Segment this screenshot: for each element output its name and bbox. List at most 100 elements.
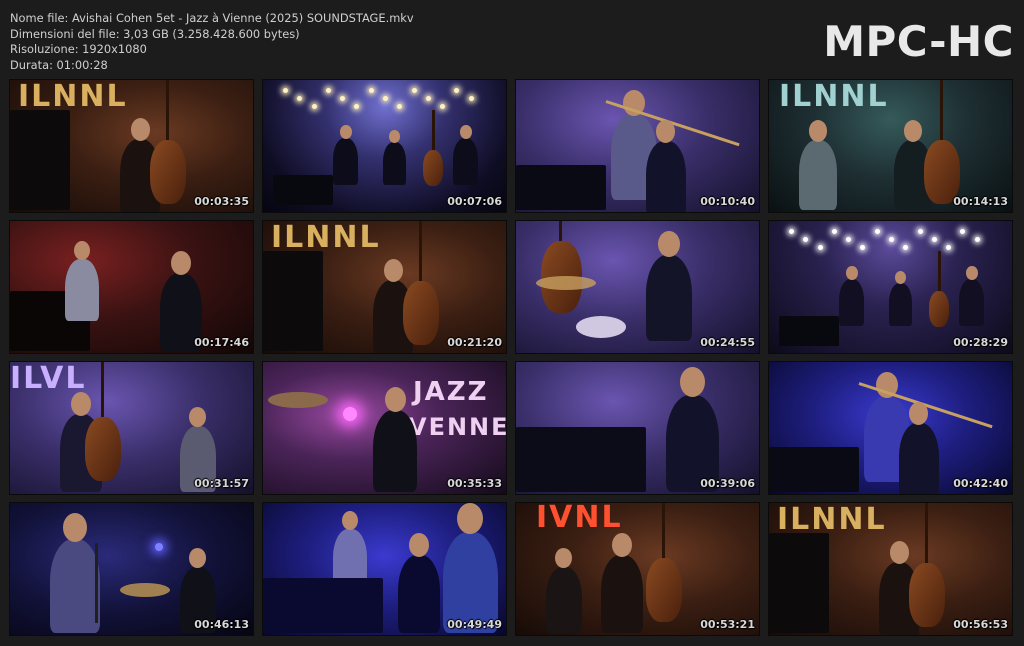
thumbnail-timestamp: 00:24:55 bbox=[700, 336, 755, 349]
stage-light bbox=[325, 88, 331, 93]
file-info: Nome file: Avishai Cohen 5et - Jazz à Vi… bbox=[10, 11, 414, 73]
thumbnail-timestamp: 00:03:35 bbox=[194, 195, 249, 208]
thumbnail: JAZZ VENNE 00:35:33 bbox=[262, 361, 507, 495]
bassist-head bbox=[383, 259, 403, 283]
thumbnail: 00:42:40 bbox=[768, 361, 1013, 495]
stage-light bbox=[297, 96, 303, 101]
thumbnail-frame bbox=[263, 80, 506, 212]
thumbnail: 00:17:46 bbox=[9, 220, 254, 354]
trombonist-head bbox=[808, 120, 827, 142]
bassist-head bbox=[889, 541, 909, 565]
bassist-head bbox=[71, 392, 91, 416]
stage-light bbox=[283, 88, 288, 93]
jazz-sign: IVNL bbox=[536, 502, 623, 535]
thumbnail-frame bbox=[516, 362, 759, 494]
thumbnail-frame bbox=[769, 362, 1012, 494]
thumbnail-timestamp: 00:21:20 bbox=[447, 336, 502, 349]
stage-light bbox=[831, 229, 837, 234]
thumbnail-frame bbox=[10, 221, 253, 353]
double-bass bbox=[646, 558, 682, 622]
double-bass bbox=[929, 291, 950, 327]
jazz-sign: ILVL bbox=[10, 361, 87, 396]
musician-body bbox=[546, 566, 582, 633]
trombonist-body bbox=[799, 139, 837, 210]
thumbnail-timestamp: 00:39:06 bbox=[700, 477, 755, 490]
double-bass bbox=[909, 563, 945, 627]
stage-light bbox=[425, 96, 431, 101]
piano bbox=[516, 165, 606, 210]
drummer-head bbox=[189, 548, 207, 569]
pianist-body bbox=[398, 555, 440, 633]
thumbnail-frame: ILNNL bbox=[769, 80, 1012, 212]
drummer-body bbox=[959, 279, 985, 326]
thumbnail-timestamp: 00:56:53 bbox=[953, 618, 1008, 631]
thumbnail-timestamp: 00:35:33 bbox=[447, 477, 502, 490]
thumbnail: 00:28:29 bbox=[768, 220, 1013, 354]
thumbnail: ILNNL 00:56:53 bbox=[768, 502, 1013, 636]
thumbnail-frame bbox=[769, 221, 1012, 353]
drummer-head bbox=[965, 266, 978, 281]
bassist-head bbox=[612, 533, 632, 557]
piano bbox=[516, 427, 646, 492]
double-bass bbox=[423, 150, 444, 186]
thumbnail-timestamp: 00:10:40 bbox=[700, 195, 755, 208]
thumbnail-frame bbox=[516, 221, 759, 353]
bass-neck bbox=[166, 80, 169, 148]
saxophonist-body bbox=[383, 142, 407, 185]
thumbnail-frame: ILNNL bbox=[769, 503, 1012, 635]
pianist-body bbox=[646, 140, 686, 212]
clarinetist-body bbox=[50, 539, 101, 633]
stage-light bbox=[960, 229, 966, 234]
drummer-head bbox=[658, 231, 681, 258]
piano bbox=[779, 316, 839, 346]
thumbnail: ILNNL 00:14:13 bbox=[768, 79, 1013, 213]
jazz-sign: ILNNL bbox=[777, 502, 887, 537]
stage-light bbox=[931, 237, 937, 242]
clarinet bbox=[95, 543, 98, 623]
stage-light bbox=[817, 245, 823, 250]
thumbnail: ILNNL 00:21:20 bbox=[262, 220, 507, 354]
thumbnail-timestamp: 00:07:06 bbox=[447, 195, 502, 208]
piano bbox=[263, 578, 383, 633]
thumbnail-frame: IVNL bbox=[516, 503, 759, 635]
bass-neck bbox=[101, 362, 104, 425]
thumbnail-timestamp: 00:53:21 bbox=[700, 618, 755, 631]
piano bbox=[263, 251, 323, 351]
drummer-body bbox=[373, 410, 418, 492]
stage-light bbox=[846, 237, 852, 242]
stage-light bbox=[874, 229, 880, 234]
stage-light bbox=[468, 96, 474, 101]
pianist-head bbox=[845, 266, 858, 281]
bass-neck bbox=[432, 109, 435, 155]
cymbal bbox=[268, 392, 328, 408]
thumbnail-frame: ILNNL bbox=[263, 221, 506, 353]
thumbnail-grid: ILNNL 00:03:35 00:07:06 00:10:40 ILNNL 00:14:… bbox=[9, 79, 1013, 636]
pianist-head bbox=[679, 367, 705, 397]
stage-light bbox=[860, 245, 866, 250]
drummer-body bbox=[646, 255, 693, 341]
clarinetist-head bbox=[341, 511, 358, 531]
saxophonist-head bbox=[895, 271, 907, 285]
thumbnail-timestamp: 00:28:29 bbox=[953, 336, 1008, 349]
pianist-body bbox=[839, 279, 865, 326]
piano bbox=[10, 110, 70, 210]
bassist-head bbox=[130, 118, 150, 142]
thumbnail: ILNNL 00:03:35 bbox=[9, 79, 254, 213]
saxophonist-head bbox=[73, 241, 90, 261]
thumbnail: 00:07:06 bbox=[262, 79, 507, 213]
spot-light bbox=[343, 407, 357, 421]
thumbnail-timestamp: 00:49:49 bbox=[447, 618, 502, 631]
jazz-sign: VENNE bbox=[408, 413, 507, 441]
pianist-body bbox=[333, 138, 359, 185]
pianist-head bbox=[171, 251, 191, 275]
stage-light bbox=[354, 104, 360, 109]
musician-head bbox=[555, 548, 573, 569]
pianist-head bbox=[909, 402, 929, 425]
pianist-head bbox=[339, 125, 352, 140]
drummer-head bbox=[384, 387, 406, 413]
thumbnail-frame: ILVL bbox=[10, 362, 253, 494]
double-bass bbox=[150, 140, 186, 204]
stage-light bbox=[368, 88, 374, 93]
thumbnail-frame: JAZZ VENNE bbox=[263, 362, 506, 494]
double-bass bbox=[85, 417, 121, 481]
